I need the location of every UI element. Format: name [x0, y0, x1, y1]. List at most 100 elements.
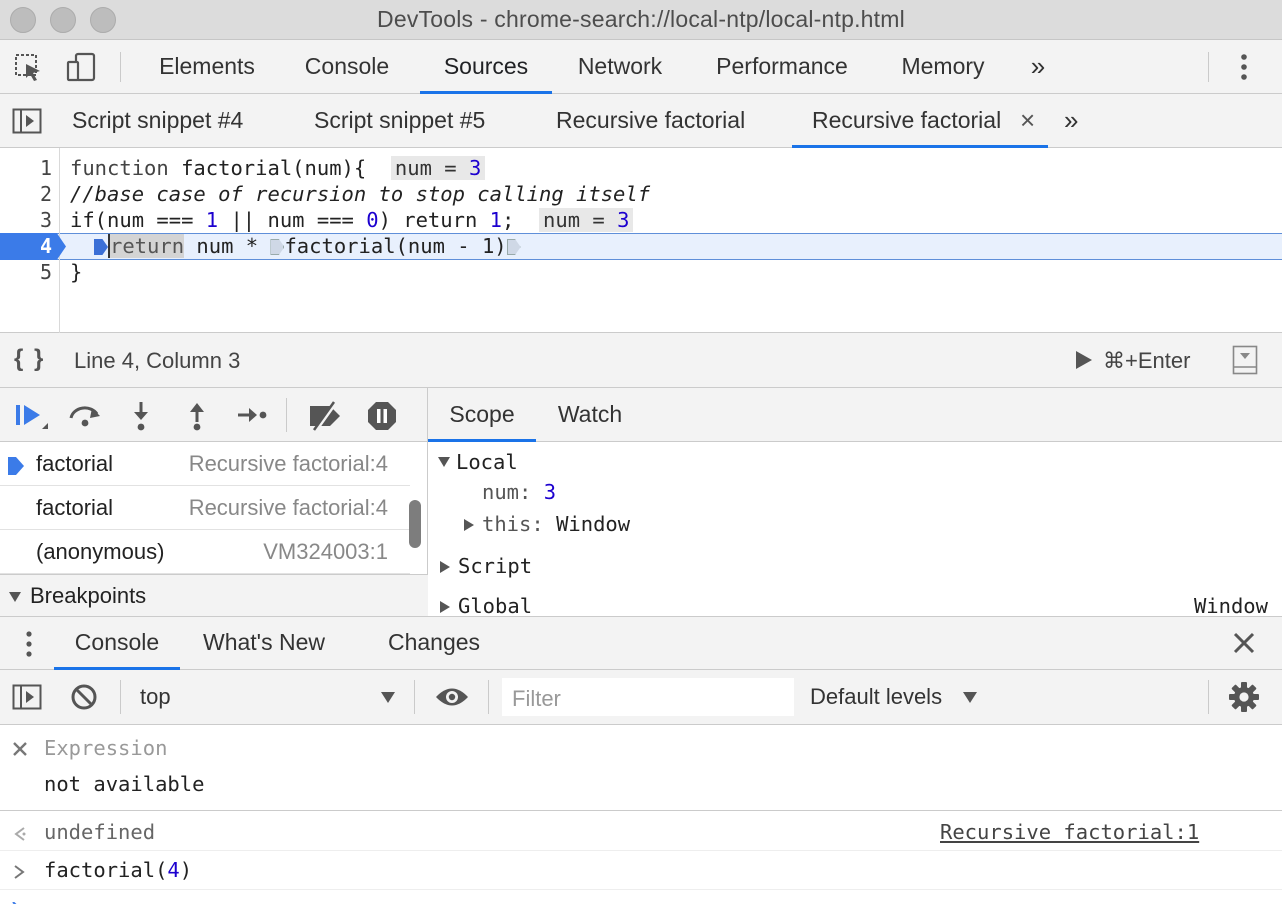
call-frame-function: (anonymous)	[36, 539, 165, 564]
file-tab-recursive-factorial[interactable]: Recursive factorial	[556, 94, 745, 148]
line-number[interactable]: 3	[0, 207, 52, 233]
more-tabs-chevron-icon[interactable]: »	[1020, 40, 1056, 94]
drawer-tab-changes[interactable]: Changes	[374, 617, 494, 670]
call-frame[interactable]: (anonymous) VM324003:1	[0, 530, 410, 574]
live-expression-label[interactable]: Expression	[44, 736, 167, 760]
drawer-tab-console[interactable]: Console	[54, 617, 180, 670]
scope-global-value: Window	[1193, 594, 1268, 616]
close-tab-icon[interactable]: ×	[1020, 94, 1035, 146]
step-icon[interactable]	[236, 403, 268, 432]
drawer-tab-whats-new[interactable]: What's New	[190, 617, 338, 670]
code-line-1: function factorial(num){ num = 3	[70, 155, 486, 181]
call-frame-location[interactable]: Recursive factorial:4	[189, 495, 388, 521]
toggle-navigator-icon[interactable]	[12, 108, 42, 139]
file-tab-script-snippet-5[interactable]: Script snippet #5	[314, 94, 485, 148]
expand-arrow-icon	[9, 591, 27, 609]
continue-marker-icon[interactable]	[506, 239, 521, 255]
tab-sources[interactable]: Sources	[420, 40, 552, 94]
inspect-element-icon[interactable]	[14, 53, 44, 88]
console-settings-gear-icon[interactable]	[1228, 681, 1260, 718]
input-prompt-icon	[12, 864, 26, 885]
deactivate-breakpoints-icon[interactable]	[306, 400, 344, 437]
console-toolbar: top Filter Default levels	[0, 670, 1282, 725]
file-tab-script-snippet-4[interactable]: Script snippet #4	[72, 94, 243, 148]
tab-network[interactable]: Network	[560, 40, 680, 94]
file-tab-recursive-factorial-active[interactable]: Recursive factorial ×	[792, 94, 1048, 148]
code-editor[interactable]: 1 2 3 5 4 function factorial(num){ num =…	[0, 148, 1282, 333]
console-result-value: undefined	[44, 820, 156, 844]
breakpoint-marker-line-4[interactable]: 4	[0, 233, 66, 260]
device-toolbar-icon[interactable]	[66, 52, 98, 87]
tab-console[interactable]: Console	[284, 40, 410, 94]
pretty-print-button[interactable]: { }	[14, 345, 45, 373]
toggle-debugger-sidebar-icon[interactable]	[1232, 345, 1258, 380]
call-frame-location[interactable]: Recursive factorial:4	[189, 451, 388, 477]
remove-expression-icon[interactable]	[12, 741, 28, 762]
log-levels-dropdown[interactable]: Default levels	[810, 684, 942, 710]
dropdown-arrow-icon[interactable]	[962, 690, 978, 709]
call-frame-location[interactable]: VM324003:1	[263, 539, 388, 565]
step-into-icon[interactable]	[130, 400, 152, 437]
call-frame-function: factorial	[36, 451, 114, 476]
tab-performance[interactable]: Performance	[692, 40, 872, 94]
active-continue-marker-icon[interactable]	[94, 239, 108, 255]
console-source-link[interactable]: Recursive factorial:1	[940, 820, 1199, 844]
line-number[interactable]: 5	[0, 259, 52, 285]
drawer-menu-icon[interactable]	[22, 629, 36, 664]
pause-on-exceptions-icon[interactable]	[366, 400, 398, 437]
line-number[interactable]: 1	[0, 155, 52, 181]
call-frame-function: factorial	[36, 495, 114, 520]
scope-script-header[interactable]: Script	[440, 554, 532, 578]
more-options-icon[interactable]	[1236, 52, 1252, 87]
inline-variable-value: num = 3	[390, 156, 486, 180]
dropdown-arrow-icon[interactable]	[380, 690, 396, 709]
continue-marker-icon[interactable]	[270, 239, 285, 255]
console-prompt-icon[interactable]	[10, 897, 24, 904]
tab-memory[interactable]: Memory	[884, 40, 1002, 94]
result-arrow-icon	[12, 826, 28, 847]
editor-status-bar: { } Line 4, Column 3 ⌘+Enter	[0, 333, 1282, 388]
tab-watch[interactable]: Watch	[540, 388, 640, 442]
file-tab-label: Recursive factorial	[812, 107, 1002, 133]
inline-variable-value: num = 3	[539, 208, 634, 232]
scope-global-header[interactable]: Global	[440, 594, 532, 616]
execution-context-select[interactable]: top	[140, 684, 171, 710]
line-number[interactable]: 2	[0, 181, 52, 207]
call-frame[interactable]: factorial Recursive factorial:4	[0, 442, 410, 486]
collapse-arrow-icon	[440, 601, 450, 613]
cursor-position: Line 4, Column 3	[74, 348, 241, 373]
expand-arrow-icon	[438, 457, 450, 467]
tab-elements[interactable]: Elements	[140, 40, 274, 94]
call-stack-scrollbar[interactable]	[409, 500, 421, 548]
close-drawer-icon[interactable]	[1232, 631, 1256, 660]
scope-variable-this[interactable]: this: Window	[464, 512, 630, 536]
console-output: Expression not available undefined Recur…	[0, 725, 1282, 904]
step-out-icon[interactable]	[186, 400, 208, 437]
title-bar: DevTools - chrome-search://local-ntp/loc…	[0, 0, 1282, 40]
code-line-2: //base case of recursion to stop calling…	[70, 182, 651, 206]
call-frame[interactable]: factorial Recursive factorial:4	[0, 486, 410, 530]
toggle-console-sidebar-icon[interactable]	[12, 684, 42, 715]
step-over-icon[interactable]	[66, 402, 104, 433]
breakpoints-section-header[interactable]: Breakpoints	[0, 574, 428, 616]
collapse-arrow-icon	[464, 519, 474, 531]
scope-local-header[interactable]: Local	[438, 450, 518, 474]
run-shortcut-label[interactable]: ⌘+Enter	[1103, 348, 1190, 374]
drawer-tabs: Console What's New Changes	[0, 616, 1282, 670]
code-line-5: }	[70, 260, 83, 284]
clear-console-icon[interactable]	[70, 683, 98, 716]
tab-scope[interactable]: Scope	[428, 388, 536, 442]
resume-icon[interactable]	[14, 401, 50, 438]
scope-pane: Local num: 3 this: Window Script Global …	[428, 442, 1282, 616]
debugger-toolbar	[0, 388, 428, 442]
line-number-active: 4	[39, 234, 52, 258]
live-expression-eye-icon[interactable]	[434, 686, 470, 713]
run-snippet-icon[interactable]	[1074, 350, 1094, 375]
current-frame-arrow-icon	[8, 455, 24, 481]
console-filter-input[interactable]: Filter	[502, 678, 794, 716]
breakpoints-label: Breakpoints	[30, 583, 147, 608]
call-stack-pane: factorial Recursive factorial:4 factoria…	[0, 442, 428, 616]
live-expression-value: not available	[44, 772, 205, 796]
more-file-tabs-chevron-icon[interactable]: »	[1064, 94, 1078, 148]
scope-variable-num: num: 3	[482, 480, 557, 504]
